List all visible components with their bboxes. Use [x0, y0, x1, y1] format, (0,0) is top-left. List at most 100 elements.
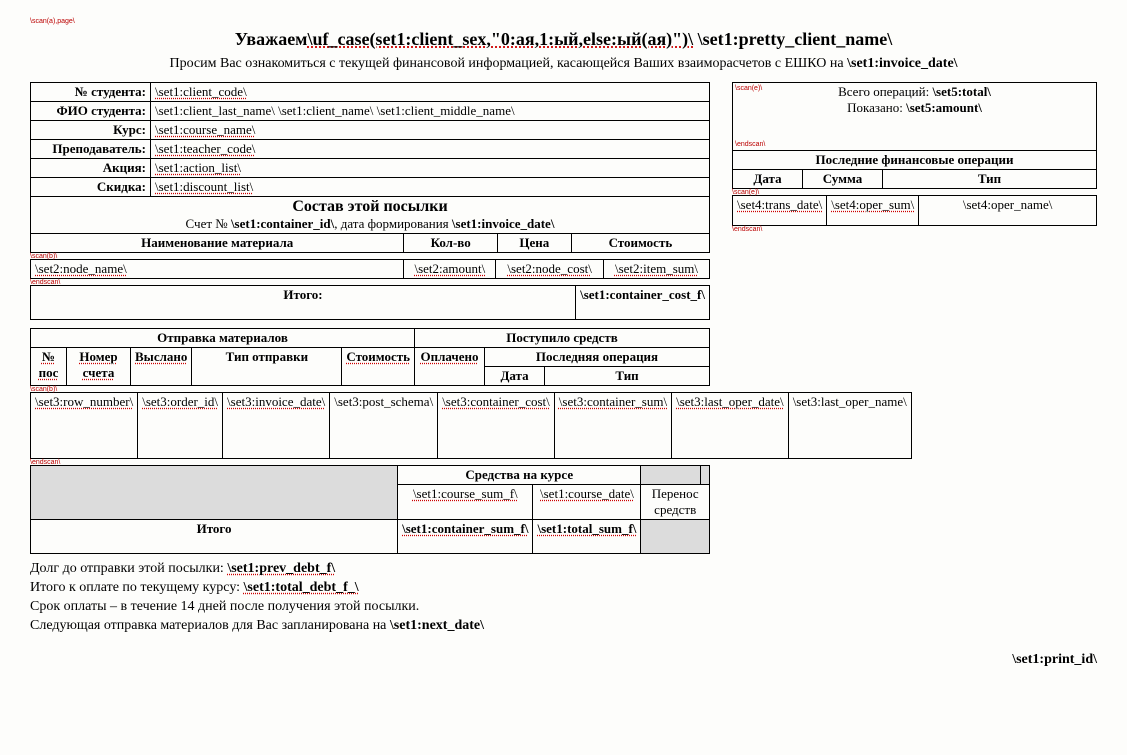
ops-heading: Последние финансовые операции	[733, 151, 1097, 170]
shipments-table: Отправка материалов Поступило средств № …	[30, 328, 710, 386]
cell-sent: \set3:invoice_date\	[223, 393, 330, 459]
ops-summary: \scan(e)\ Всего операций: \set5:total\ П…	[732, 82, 1097, 151]
col-qty: Кол-во	[404, 234, 497, 253]
ship-total-label: Итого	[31, 520, 398, 554]
col-type: Тип	[545, 367, 710, 386]
footer-l3: Срок оплаты – в течение 14 дней после по…	[30, 598, 710, 617]
shipments-data-row: \set3:row_number\ \set3:order_id\ \set3:…	[30, 392, 912, 459]
parcel-total-row: Итого: \set1:container_cost_f\	[30, 285, 710, 320]
ops-shown-value: \set5:amount\	[906, 100, 982, 115]
cell-shiptype: \set3:post_schema\	[330, 393, 438, 459]
row-discount: Скидка: \set1:discount_list\	[31, 178, 710, 197]
col-price: Цена	[497, 234, 571, 253]
row-teacher: Преподаватель: \set1:teacher_code\	[31, 140, 710, 159]
label: Скидка:	[31, 178, 151, 197]
total-label: Итого:	[31, 286, 576, 320]
footer-l1a: Долг до отправки этой посылки:	[30, 561, 227, 576]
ops-total-value: \set5:total\	[932, 84, 990, 99]
row-action: Акция: \set1:action_list\	[31, 159, 710, 178]
col-name: Наименование материала	[31, 234, 404, 253]
ops-shown-label: Показано:	[847, 100, 906, 115]
footer-l4b: \set1:next_date\	[390, 618, 484, 633]
student-info-table: № студента: \set1:client_code\ ФИО студе…	[30, 82, 710, 197]
endscan-marker-e1: \endscan\	[735, 141, 765, 148]
value: \set1:client_code\	[151, 83, 710, 102]
parcel-data-row: \set2:node_name\ \set2:amount\ \set2:nod…	[30, 259, 710, 279]
col-paid: Оплачено	[415, 348, 485, 386]
col-cost: Стоимость	[571, 234, 709, 253]
ship-right-heading: Поступило средств	[415, 329, 710, 348]
label: Акция:	[31, 159, 151, 178]
parcel-sub-mid: , дата формирования	[334, 216, 452, 231]
total-value: \set1:container_cost_f\	[576, 286, 710, 320]
endscan-marker-e2: \endscan\	[732, 226, 1097, 233]
title-name: \set1:pretty_client_name\	[698, 29, 893, 49]
ops-cell-date: \set4:trans_date\	[733, 196, 827, 226]
parcel-container-id: \set1:container_id\	[231, 216, 334, 231]
footer-l2b: \set1:total_debt_f_\	[244, 580, 359, 595]
cell-qty: \set2:amount\	[404, 260, 496, 279]
title-ufcase: \uf_case(set1:client_sex,"0:ая,1:ый,else…	[307, 29, 693, 49]
title-prefix: Уважаем	[235, 29, 308, 49]
funds-heading: Средства на курсе	[398, 466, 641, 485]
scan-marker-e1: \scan(e)\	[735, 85, 762, 92]
footer-block: Долг до отправки этой посылки: \set1:pre…	[30, 560, 710, 636]
value: \set1:discount_list\	[151, 178, 710, 197]
ship-total-cost: \set1:container_sum_f\	[398, 520, 533, 554]
cell-name: \set2:node_name\	[31, 260, 404, 279]
label: № студента:	[31, 83, 151, 102]
col-no: № пос	[31, 348, 67, 386]
cell-paid: \set3:container_sum\	[554, 393, 671, 459]
ops-col-type: Тип	[883, 170, 1097, 189]
shipments-footer: Средства на курсе \set1:course_sum_f\ \s…	[30, 465, 710, 554]
page-title: Уважаем\uf_case(set1:client_sex,"0:ая,1:…	[30, 29, 1097, 50]
row-student-no: № студента: \set1:client_code\	[31, 83, 710, 102]
cell-cost: \set2:item_sum\	[603, 260, 709, 279]
col-shiptype: Тип отправки	[192, 348, 342, 386]
intro-line: Просим Вас ознакомиться с текущей финанс…	[30, 56, 1097, 72]
funds-sum: \set1:course_sum_f\	[398, 485, 533, 520]
value: \set1:teacher_code\	[151, 140, 710, 159]
ops-cell-type: \set4:oper_name\	[919, 196, 1097, 226]
parcel-heading: Состав этой посылки	[292, 198, 447, 215]
ops-col-date: Дата	[733, 170, 803, 189]
funds-type: Перенос средств	[641, 485, 710, 520]
footer-l1b: \set1:prev_debt_f\	[227, 561, 335, 576]
funds-date: \set1:course_date\	[533, 485, 641, 520]
col-cost: Стоимость	[342, 348, 415, 386]
ops-cell-sum: \set4:oper_sum\	[827, 196, 919, 226]
ops-col-sum: Сумма	[803, 170, 883, 189]
ops-total-label: Всего операций:	[838, 84, 932, 99]
ops-data-row: \set4:trans_date\ \set4:oper_sum\ \set4:…	[732, 195, 1097, 226]
col-date: Дата	[485, 367, 545, 386]
footer-l2a: Итого к оплате по текущему курсу:	[30, 580, 244, 595]
cell-cost: \set3:container_cost\	[438, 393, 555, 459]
value: \set1:action_list\	[151, 159, 710, 178]
value: \set1:client_last_name\ \set1:client_nam…	[151, 102, 710, 121]
cell-price: \set2:node_cost\	[496, 260, 604, 279]
cell-no: \set3:row_number\	[31, 393, 138, 459]
label: Курс:	[31, 121, 151, 140]
print-id: \set1:print_id\	[30, 652, 1097, 668]
value: \set1:course_name\	[151, 121, 710, 140]
ops-table: Последние финансовые операции Дата Сумма…	[732, 150, 1097, 189]
row-student-fio: ФИО студента: \set1:client_last_name\ \s…	[31, 102, 710, 121]
cell-type: \set3:last_oper_name\	[788, 393, 911, 459]
parcel-inv-date: \set1:invoice_date\	[452, 216, 555, 231]
col-order: Номер счета	[67, 348, 131, 386]
ship-total-paid: \set1:total_sum_f\	[533, 520, 641, 554]
footer-l4a: Следующая отправка материалов для Вас за…	[30, 618, 390, 633]
cell-date: \set3:last_oper_date\	[672, 393, 789, 459]
parcel-table: Состав этой посылки Счет № \set1:contain…	[30, 196, 710, 253]
intro-date: \set1:invoice_date\	[847, 56, 957, 71]
intro-text: Просим Вас ознакомиться с текущей финанс…	[169, 56, 847, 71]
label: Преподаватель:	[31, 140, 151, 159]
cell-order: \set3:order_id\	[138, 393, 223, 459]
ship-left-heading: Отправка материалов	[31, 329, 415, 348]
col-sent: Выслано	[131, 348, 192, 386]
parcel-sub-prefix: Счет №	[186, 216, 231, 231]
scan-marker-top: \scan(a),page\	[30, 18, 1097, 25]
label: ФИО студента:	[31, 102, 151, 121]
col-lastop: Последняя операция	[485, 348, 710, 367]
row-course: Курс: \set1:course_name\	[31, 121, 710, 140]
